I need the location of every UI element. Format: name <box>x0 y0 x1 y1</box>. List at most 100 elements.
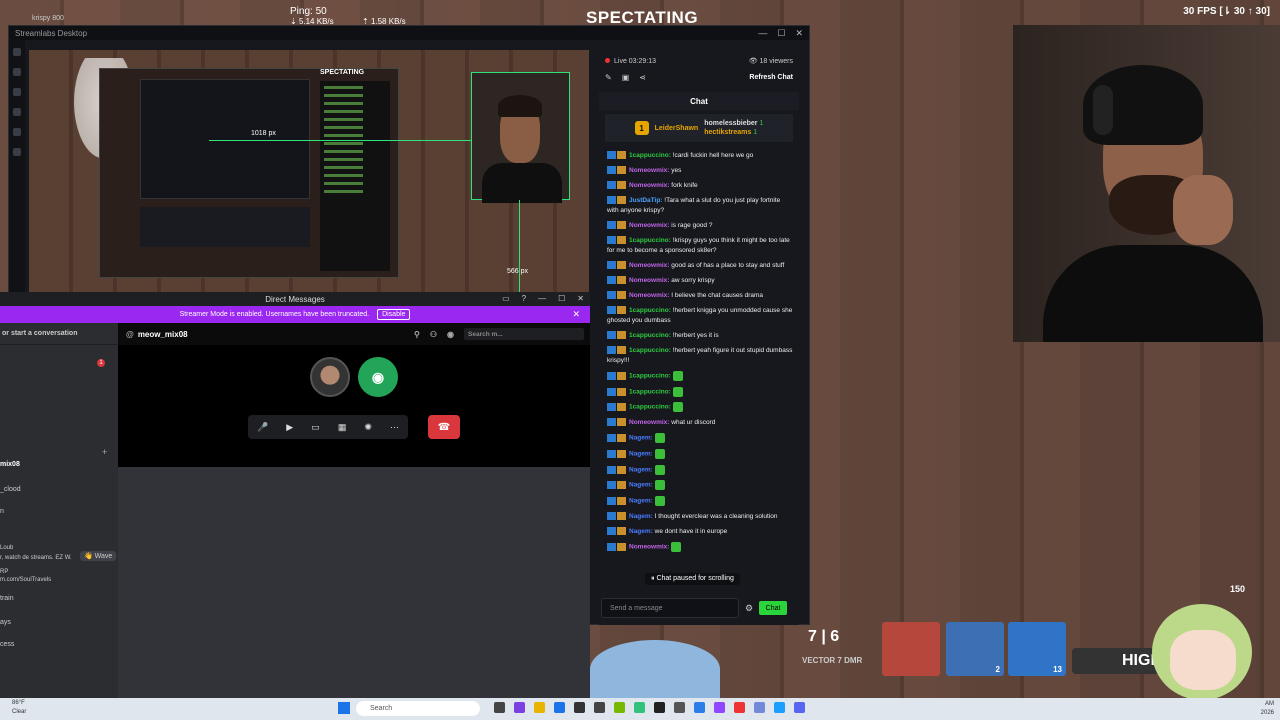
app-icon[interactable] <box>574 702 585 713</box>
find-conversation-input[interactable]: or start a conversation <box>0 323 118 345</box>
chat-message[interactable]: Nomeowmix: fork knife <box>607 181 793 191</box>
share-icon[interactable]: ⋖ <box>639 73 646 82</box>
dm-item[interactable]: mix08 <box>0 461 20 468</box>
screen-share-icon[interactable]: ▭ <box>311 422 320 433</box>
chat-message[interactable]: Nomeowmix: yes <box>607 166 793 176</box>
more-icon[interactable]: ⋯ <box>390 422 399 433</box>
close-icon[interactable]: ✕ <box>795 28 803 39</box>
taskbar-search-input[interactable]: Search <box>356 701 480 716</box>
chat-message[interactable]: JustDaTip: !Tara what a slut do you just… <box>607 196 793 216</box>
chat-message[interactable]: Nomeowmix: what ur discord <box>607 418 793 428</box>
maximize-icon[interactable]: ☐ <box>558 294 565 303</box>
settings-icon[interactable] <box>13 148 21 156</box>
chat-username[interactable]: Nomeowmix: <box>629 262 669 269</box>
chat-message[interactable]: 1cappuccino: <box>607 371 793 382</box>
chat-username[interactable]: Nomeowmix: <box>629 419 669 426</box>
chat-paused-banner[interactable]: ⏸ Chat paused for scrolling <box>645 573 740 585</box>
chat-username[interactable]: 1cappuccino: <box>629 347 671 354</box>
hang-up-button[interactable]: ☎ <box>428 415 460 439</box>
chat-username[interactable]: Nagem: <box>629 528 653 535</box>
chat-message[interactable]: Nagem: I thought everclear was a cleanin… <box>607 512 793 522</box>
close-banner-icon[interactable]: ✕ <box>572 309 580 320</box>
chat-message[interactable]: 1cappuccino: !cardi fuckin hell here we … <box>607 151 793 161</box>
chat-username[interactable]: Nagem: <box>629 482 653 489</box>
discord-avatar-icon[interactable]: ◉ <box>358 357 398 397</box>
clip-icon[interactable]: ▣ <box>622 73 630 82</box>
discord-icon[interactable] <box>754 702 765 713</box>
browser-icon[interactable] <box>554 702 565 713</box>
chat-message[interactable]: Nomeowmix: is rage good ? <box>607 221 793 231</box>
chat-username[interactable]: Nagem: <box>629 498 653 505</box>
inbox-icon[interactable]: ▭ <box>502 294 510 303</box>
dm-item[interactable]: train <box>0 595 14 602</box>
app-icon[interactable] <box>514 702 525 713</box>
settings-gear-icon[interactable]: ⚙ <box>745 603 753 614</box>
dm-item[interactable]: _clood <box>0 486 21 493</box>
app-icon[interactable] <box>734 702 745 713</box>
refresh-chat-button[interactable]: Refresh Chat <box>749 74 793 81</box>
send-message-input[interactable]: Send a message <box>601 598 739 618</box>
chat-username[interactable]: 1cappuccino: <box>629 237 671 244</box>
minimize-icon[interactable]: — <box>758 28 767 39</box>
soundboard-icon[interactable]: ✺ <box>364 422 372 433</box>
task-view-icon[interactable] <box>494 702 505 713</box>
settings-icon[interactable] <box>674 702 685 713</box>
chat-message[interactable]: Nomeowmix: I believe the chat causes dra… <box>607 291 793 301</box>
chat-message-list[interactable]: 1cappuccino: !cardi fuckin hell here we … <box>599 151 799 587</box>
chat-message[interactable]: Nagem: <box>607 496 793 507</box>
chat-message[interactable]: Nomeowmix: good as of has a place to sta… <box>607 261 793 271</box>
chat-username[interactable]: 1cappuccino: <box>629 388 671 395</box>
chat-message[interactable]: Nagem: <box>607 448 793 460</box>
chat-username[interactable]: Nomeowmix: <box>629 182 669 189</box>
app-icon[interactable] <box>794 702 805 713</box>
activities-icon[interactable]: ▦ <box>338 422 347 433</box>
dashboard-icon[interactable] <box>13 128 21 136</box>
app-icon[interactable] <box>654 702 665 713</box>
app-icon[interactable] <box>694 702 705 713</box>
close-icon[interactable]: ✕ <box>577 294 584 303</box>
dm-item[interactable]: Loub <box>0 545 13 551</box>
chat-username[interactable]: Nomeowmix: <box>629 292 669 299</box>
dm-search-input[interactable]: Search m... <box>464 328 584 340</box>
editor-icon[interactable] <box>13 48 21 56</box>
steam-icon[interactable] <box>774 702 785 713</box>
chat-username[interactable]: 1cappuccino: <box>629 373 671 380</box>
chat-message[interactable]: Nagem: we dont have it in europe <box>607 527 793 537</box>
chat-username[interactable]: Nomeowmix: <box>629 543 669 550</box>
chat-username[interactable]: 1cappuccino: <box>629 404 671 411</box>
microphone-icon[interactable]: 🎤 <box>257 422 268 433</box>
avatar[interactable] <box>310 357 350 397</box>
themes-icon[interactable] <box>13 68 21 76</box>
add-dm-icon[interactable]: + <box>102 447 107 457</box>
chat-username[interactable]: JustDaTip: <box>629 197 662 204</box>
profile-icon[interactable]: ◉ <box>447 330 454 339</box>
maximize-icon[interactable]: ☐ <box>777 28 785 39</box>
pin-icon[interactable]: ⚲ <box>414 330 420 339</box>
chat-message[interactable]: 1cappuccino: !herbert yes it is <box>607 331 793 341</box>
chat-message[interactable]: Nagem: <box>607 480 793 491</box>
chat-message[interactable]: 1cappuccino: !krispy guys you think it m… <box>607 236 793 256</box>
chat-message[interactable]: Nomeowmix: <box>607 541 793 553</box>
chat-username[interactable]: Nagem: <box>629 466 653 473</box>
chat-message[interactable]: Nomeowmix: aw sorry krispy <box>607 276 793 286</box>
chat-username[interactable]: Nagem: <box>629 513 653 520</box>
minimize-icon[interactable]: — <box>538 294 546 303</box>
dm-item[interactable]: n <box>0 508 4 515</box>
folder-icon[interactable] <box>534 702 545 713</box>
chat-username[interactable]: 1cappuccino: <box>629 152 671 159</box>
start-button[interactable] <box>338 702 350 714</box>
disable-streamer-mode-button[interactable]: Disable <box>377 309 411 320</box>
dm-item[interactable]: RP <box>0 569 8 575</box>
alert-box-icon[interactable] <box>13 108 21 116</box>
camera-icon[interactable]: ▶ <box>286 422 293 433</box>
nvidia-icon[interactable] <box>614 702 625 713</box>
dm-item[interactable]: cess <box>0 641 14 648</box>
chat-message[interactable]: 1cappuccino: <box>607 386 793 398</box>
chat-username[interactable]: Nagem: <box>629 435 653 442</box>
clock[interactable]: AM 2026 <box>1261 700 1274 718</box>
chat-message[interactable]: Nagem: <box>607 433 793 444</box>
streamlabs-icon[interactable] <box>634 702 645 713</box>
add-friend-icon[interactable]: ⚇ <box>430 330 437 339</box>
scene-preview[interactable]: SPECTATING 1018 px 566 px <box>29 50 589 318</box>
chat-username[interactable]: 1cappuccino: <box>629 307 671 314</box>
